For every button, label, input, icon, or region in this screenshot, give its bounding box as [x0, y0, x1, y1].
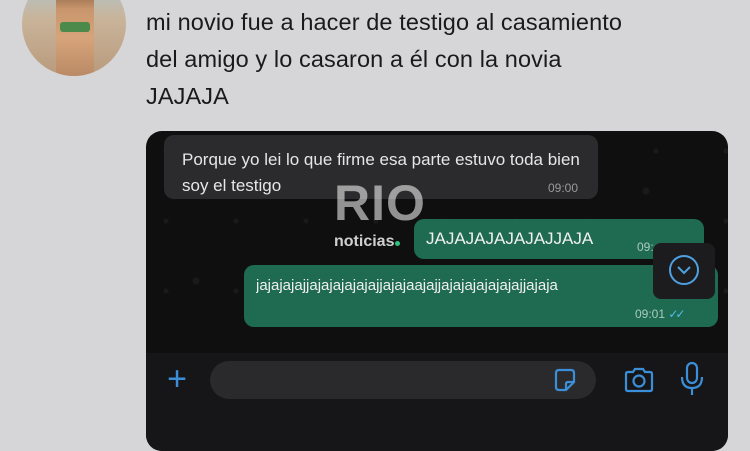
outgoing-message-time: 09: — [637, 240, 654, 254]
incoming-message: Porque yo lei lo que firme esa parte est… — [164, 135, 598, 199]
tweet-line: del amigo y lo casaron a él con la novia — [146, 46, 562, 72]
read-check-icon: ✓✓ — [668, 307, 685, 321]
sticker-icon[interactable] — [552, 367, 578, 393]
message-input[interactable] — [210, 361, 596, 399]
outgoing-message: jajajajajjajajajajajajjajajaajajjajajaja… — [244, 265, 718, 327]
camera-icon[interactable] — [623, 366, 655, 394]
outgoing-message-time: 09:01 ✓✓ — [635, 307, 686, 321]
outgoing-message-text: jajajajajjajajajajajajjajajaajajjajajaja… — [256, 277, 558, 294]
outgoing-message-text: JAJAJAJAJAJAJJAJA — [426, 229, 594, 248]
incoming-message-text: Porque yo lei lo que firme esa parte est… — [182, 150, 580, 195]
chevron-down-icon — [669, 255, 699, 285]
tweet-line: JAJAJA — [146, 83, 229, 109]
message-input-bar: + — [146, 353, 728, 451]
scroll-to-bottom-button[interactable] — [653, 243, 715, 299]
outgoing-time-value: 09:01 — [635, 307, 666, 321]
avatar[interactable] — [22, 0, 126, 76]
tweet-line: mi novio fue a hacer de testigo al casam… — [146, 9, 623, 35]
avatar-detail — [60, 22, 90, 32]
avatar-figure — [56, 0, 94, 76]
tweet-text: mi novio fue a hacer de testigo al casam… — [146, 4, 746, 115]
microphone-icon[interactable] — [679, 361, 705, 397]
chat-screenshot[interactable]: Porque yo lei lo que firme esa parte est… — [146, 131, 728, 451]
incoming-message-time: 09:00 — [548, 181, 579, 195]
plus-icon[interactable]: + — [162, 362, 192, 396]
